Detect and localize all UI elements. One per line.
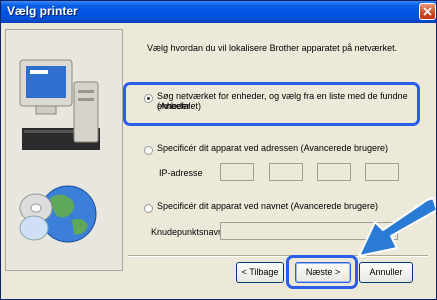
option-name-label[interactable]: Specificér dit apparat ved navnet (Avanc… (157, 201, 378, 211)
ip-field-2[interactable] (269, 163, 303, 181)
ip-field-4[interactable] (365, 163, 399, 181)
pointer-arrow-icon (358, 197, 436, 257)
option-address-label[interactable]: Specificér dit apparat ved adressen (Ava… (157, 143, 388, 153)
radio-specify-address[interactable] (144, 146, 153, 155)
radio-specify-name[interactable] (144, 204, 153, 213)
illustration-panel (5, 29, 123, 271)
close-button[interactable] (419, 3, 436, 20)
ip-field-3[interactable] (317, 163, 351, 181)
ip-field-1[interactable] (220, 163, 254, 181)
title-bar: Vælg printer (1, 1, 436, 23)
node-name-label: Knudepunktsnavn (151, 227, 224, 237)
ip-address-label: IP-adresse (159, 168, 203, 178)
option-search-sublabel: (Anbefalet) (157, 101, 202, 111)
back-button[interactable]: < Tilbage (236, 262, 284, 283)
dialog-window: Vælg printer Vælg hvordan du vil lokalis… (0, 0, 437, 300)
next-button[interactable]: Næste > (295, 262, 351, 283)
instruction-text: Vælg hvordan du vil lokalisere Brother a… (147, 43, 398, 53)
window-title: Vælg printer (7, 4, 78, 18)
close-icon (423, 7, 432, 16)
globe-icon (19, 185, 97, 243)
radio-search-network[interactable] (144, 94, 153, 103)
